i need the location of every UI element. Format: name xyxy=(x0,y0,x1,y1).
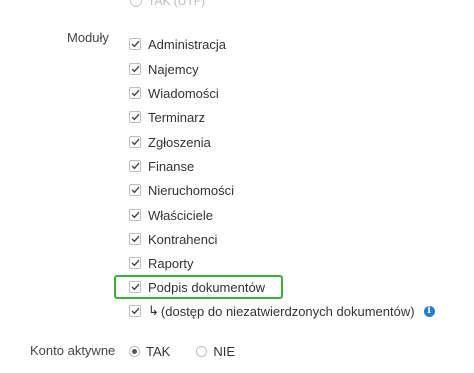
account-active-radio-group: TAK NIE xyxy=(129,342,261,360)
checkbox[interactable] xyxy=(129,209,141,221)
module-najemcy[interactable]: Najemcy xyxy=(129,60,199,78)
module-dostep-niezatwierdzonych[interactable]: ↳ (dostęp do niezatwierdzonych dokumentó… xyxy=(129,302,435,320)
radio-label-nie: NIE xyxy=(213,343,235,359)
module-terminarz[interactable]: Terminarz xyxy=(129,108,205,126)
info-icon[interactable]: i xyxy=(423,305,435,317)
module-nieruchomosci[interactable]: Nieruchomości xyxy=(129,181,234,199)
module-zgloszenia[interactable]: Zgłoszenia xyxy=(129,133,211,151)
checkbox[interactable] xyxy=(129,233,141,245)
checkbox[interactable] xyxy=(129,160,141,172)
checkbox[interactable] xyxy=(129,281,141,293)
checkbox[interactable] xyxy=(129,38,141,50)
checkbox[interactable] xyxy=(129,63,141,75)
module-label: Finanse xyxy=(148,158,195,174)
checkbox[interactable] xyxy=(129,184,141,196)
module-podpis-dokumentow[interactable]: Podpis dokumentów xyxy=(129,278,265,296)
modules-label: Moduły xyxy=(67,30,109,45)
module-raporty[interactable]: Raporty xyxy=(129,254,194,272)
top-partial-label: TAK (UTF) xyxy=(148,0,206,8)
checkbox[interactable] xyxy=(129,257,141,269)
module-wlasciciele[interactable]: Właściciele xyxy=(129,206,213,224)
module-label: Zgłoszenia xyxy=(148,134,211,150)
module-label: Terminarz xyxy=(148,109,206,125)
module-label: Wiadomości xyxy=(148,85,219,101)
radio-option-nie[interactable]: NIE xyxy=(196,344,235,359)
module-label: Podpis dokumentów xyxy=(148,279,266,295)
return-arrow-icon: ↳ xyxy=(148,303,159,318)
module-label: Raporty xyxy=(148,255,194,271)
module-label: (dostęp do niezatwierdzonych dokumentów) xyxy=(160,303,415,319)
module-wiadomosci[interactable]: Wiadomości xyxy=(129,84,219,102)
radio-icon xyxy=(130,0,142,7)
checkbox[interactable] xyxy=(129,111,141,123)
module-administracja[interactable]: Administracja xyxy=(129,35,226,53)
radio-option-tak[interactable]: TAK xyxy=(129,344,170,359)
module-kontrahenci[interactable]: Kontrahenci xyxy=(129,230,217,248)
module-label: Nieruchomości xyxy=(148,182,234,198)
radio-label-tak: TAK xyxy=(146,343,171,359)
account-active-label: Konto aktywne xyxy=(30,343,116,358)
module-label: Właściciele xyxy=(148,207,214,223)
radio-button[interactable] xyxy=(196,345,208,357)
top-partial-option: TAK (UTF) xyxy=(130,0,205,8)
module-label: Administracja xyxy=(148,36,227,52)
module-label: Najemcy xyxy=(148,61,199,77)
checkbox[interactable] xyxy=(129,87,141,99)
module-label: Kontrahenci xyxy=(148,231,218,247)
checkbox[interactable] xyxy=(129,305,141,317)
radio-button-checked[interactable] xyxy=(129,345,140,357)
module-finanse[interactable]: Finanse xyxy=(129,157,194,175)
checkbox[interactable] xyxy=(129,136,141,148)
